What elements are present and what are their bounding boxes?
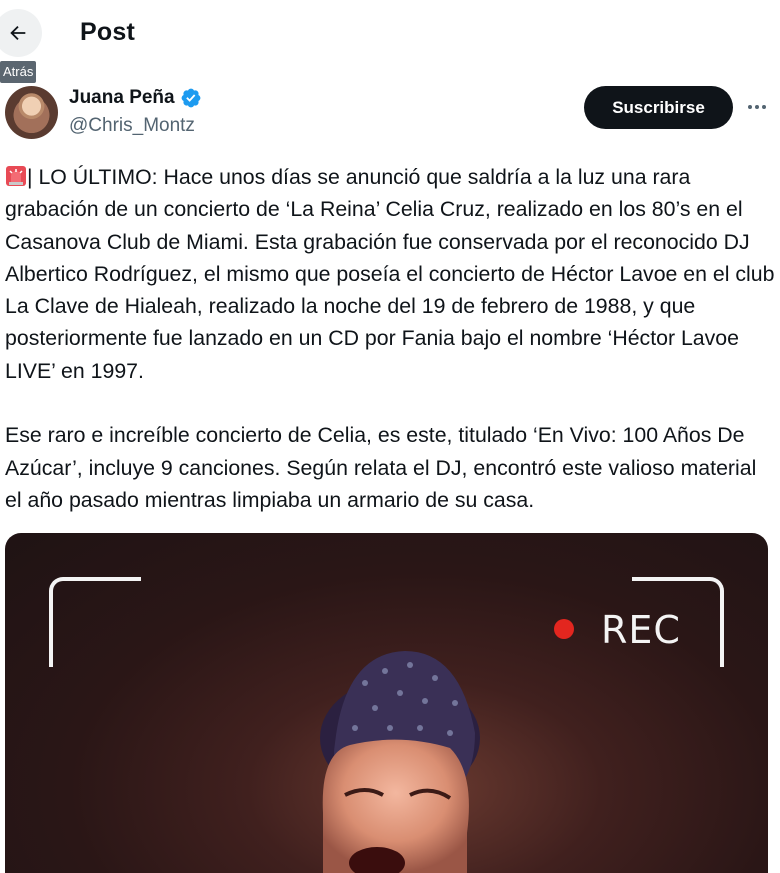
post-text: | LO ÚLTIMO: Hace unos días se anunció q…: [5, 161, 777, 516]
author-handle[interactable]: @Chris_Montz: [69, 115, 195, 137]
top-bar: Post: [0, 0, 780, 68]
rec-label: REC: [601, 608, 681, 652]
post-body: | LO ÚLTIMO: Hace unos días se anunció q…: [5, 165, 775, 512]
author-name[interactable]: Juana Peña: [69, 87, 202, 109]
page-title: Post: [80, 18, 135, 46]
frame-corner-top-left: [49, 577, 141, 667]
rec-dot-icon: [554, 619, 574, 639]
verified-badge-icon[interactable]: [180, 87, 202, 109]
arrow-left-icon: [10, 25, 26, 41]
rotating-light-icon: [6, 166, 26, 186]
more-options-icon[interactable]: [744, 95, 770, 119]
post-media[interactable]: REC: [5, 533, 768, 873]
avatar[interactable]: [5, 86, 58, 139]
back-button[interactable]: [0, 9, 42, 57]
author-name-text: Juana Peña: [69, 87, 175, 108]
subscribe-button[interactable]: Suscribirse: [584, 86, 733, 129]
back-tooltip: Atrás: [0, 61, 37, 83]
